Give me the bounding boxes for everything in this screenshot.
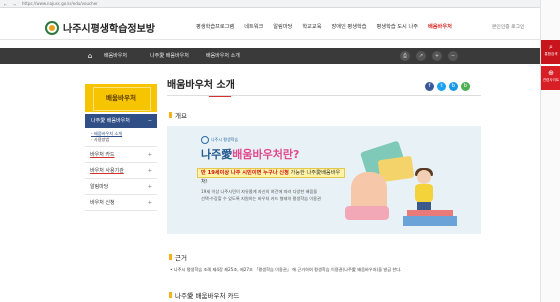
gnb-item-active[interactable]: 배움바우처 <box>428 23 452 30</box>
highlight-strong: 만 19세이상 나주 시민이면 누구나 신청 <box>201 170 289 176</box>
lnb-item[interactable]: 알림마당 + <box>85 179 157 195</box>
login-link[interactable]: 본인인증 로그인 <box>492 23 524 30</box>
facebook-icon[interactable]: f <box>425 82 434 91</box>
related-sites-button[interactable]: ⊕ 관련사이트 <box>541 66 560 90</box>
lnb-item[interactable]: 바우처 사용기관 + <box>85 163 157 179</box>
expand-icon: + <box>147 200 152 206</box>
home-icon[interactable]: ⌂ <box>86 52 94 60</box>
banner-title: 나주愛배움바우처란? <box>201 146 299 162</box>
gnb-item[interactable]: 장애인 평생학습 <box>331 23 366 30</box>
sleeve-illustration <box>345 206 389 220</box>
lnb-item-label: 바우처 카드 <box>90 152 115 158</box>
brand-text: 나주시 평생학습 <box>211 137 239 142</box>
expand-icon: + <box>147 168 152 174</box>
annotation-underline <box>209 96 231 97</box>
site-logo[interactable]: 나주시평생학습정보방 <box>45 20 155 35</box>
breadcrumb: ⌂ 배움바우처 나주愛 배움바우처 배움바우처 소개 ⎙ ↗ + − <box>0 48 540 64</box>
address-bar[interactable]: https://www.najusc.go.kr/edu/voucher <box>22 0 98 8</box>
child-head-illustration <box>417 170 431 184</box>
logo-mark-icon <box>45 20 59 35</box>
zoom-in-icon[interactable]: + <box>432 51 442 61</box>
link-icon: ⊕ <box>548 69 554 77</box>
banner-title-a: 나주愛 <box>201 148 233 161</box>
search-quick-label: 통합검색 <box>544 52 558 56</box>
browser-nav-icons[interactable]: ← → <box>4 2 18 7</box>
lnb-item-label: 바우처 신청 <box>90 200 115 206</box>
related-sites-label: 관련사이트 <box>542 78 560 82</box>
banner-description: 19세 이상 나주시민이 자유롭게 자신의 여건에 따라 다양한 배움을 선택·… <box>201 188 321 202</box>
browser-toolbar: ← → https://www.najusc.go.kr/edu/voucher <box>0 0 560 8</box>
banner-brand: 나주시 평생학습 <box>201 136 238 144</box>
banner-desc-line: 선택·수강할 수 있도록 지원하는 바우처 카드 형태의 평생학습 이용권 <box>201 196 321 201</box>
section-mark-icon <box>169 254 172 260</box>
section-mark-icon <box>169 292 172 298</box>
lnb-item-label: 바우처 사용기관 <box>90 168 124 174</box>
search-quick-button[interactable]: ⌕ 통합검색 <box>541 40 560 64</box>
share-icon[interactable]: ↗ <box>416 51 426 61</box>
lnb-submenu: - 배움바우처 소개 - 사용방법 <box>85 128 157 147</box>
lnb-sub-item[interactable]: - 사용방법 <box>91 137 151 143</box>
banner-title-b: 배움바우처란? <box>232 148 300 161</box>
section-title: 나주愛 배움바우처 카드 <box>175 292 240 300</box>
twitter-icon[interactable]: t <box>437 82 446 91</box>
site-title: 나주시평생학습정보방 <box>63 24 155 35</box>
breadcrumb-item[interactable]: 나주愛 배움바우처 <box>150 52 189 60</box>
banner-desc-line: 19세 이상 나주시민이 자유롭게 자신의 여건에 따라 다양한 배움을 <box>201 189 318 194</box>
book-illustration <box>403 216 457 226</box>
band-icon[interactable]: b <box>461 82 470 91</box>
gnb-item[interactable]: 학교교육 <box>302 23 321 30</box>
lnb-item-label: 알림마당 <box>90 184 109 190</box>
brand-logo-icon <box>201 136 209 144</box>
lnb-item[interactable]: 바우처 신청 + <box>85 195 157 211</box>
expand-icon: + <box>147 152 152 158</box>
lnb-active-label: 나주愛 배움바우처 <box>91 118 130 124</box>
local-nav: 배움바우처 나주愛 배움바우처 − - 배움바우처 소개 - 사용방법 바우처 … <box>85 84 157 211</box>
section-title: 근거 <box>175 254 187 262</box>
breadcrumb-item[interactable]: 배움바우처 <box>104 52 127 60</box>
lnb-item[interactable]: 바우처 카드 + <box>85 147 157 163</box>
section-heading: 개요 <box>169 110 187 120</box>
collapse-icon[interactable]: − <box>148 114 152 128</box>
search-icon: ⌕ <box>549 43 553 51</box>
gnb-item[interactable]: 평생학습프로그램 <box>196 23 234 30</box>
section-heading: 나주愛 배움바우처 카드 <box>169 290 239 300</box>
gnb-item[interactable]: 네트워크 <box>244 23 263 30</box>
child-body-illustration <box>415 184 433 202</box>
global-nav: 평생학습프로그램 네트워크 알림마당 학교교육 장애인 평생학습 평생학습 도시… <box>196 23 452 30</box>
sns-share: f t b b <box>425 82 470 91</box>
site-header: 나주시평생학습정보방 평생학습프로그램 네트워크 알림마당 학교교육 장애인 평… <box>0 8 540 40</box>
print-icon[interactable]: ⎙ <box>400 51 410 61</box>
legal-basis-text: • 나주시 평생학습 조례 제4장 제25조, 제27조 「평생학습 이용권」 … <box>170 267 402 272</box>
gnb-item[interactable]: 알림마당 <box>273 23 292 30</box>
banner-highlight: 만 19세이상 나주 시민이면 누구나 신청 가능한 나주愛배움바우처! <box>197 168 345 185</box>
section-title: 개요 <box>175 112 187 120</box>
quick-menu: ⌕ 통합검색 ⊕ 관련사이트 <box>540 0 560 302</box>
breadcrumb-item[interactable]: 배움바우처 소개 <box>206 52 240 60</box>
voucher-banner: 나주시 평생학습 나주愛배움바우처란? 만 19세이상 나주 시민이면 누구나 … <box>167 126 481 234</box>
section-heading: 근거 <box>169 252 187 262</box>
lnb-active-item[interactable]: 나주愛 배움바우처 − <box>85 114 157 128</box>
blog-icon[interactable]: b <box>449 82 458 91</box>
page-tools: ⎙ ↗ + − <box>400 51 458 61</box>
expand-icon: + <box>147 184 152 190</box>
lnb-title: 배움바우처 <box>85 84 157 112</box>
zoom-out-icon[interactable]: − <box>448 51 458 61</box>
section-mark-icon <box>169 112 172 118</box>
gnb-item[interactable]: 평생학습 도시 나주 <box>377 23 418 30</box>
